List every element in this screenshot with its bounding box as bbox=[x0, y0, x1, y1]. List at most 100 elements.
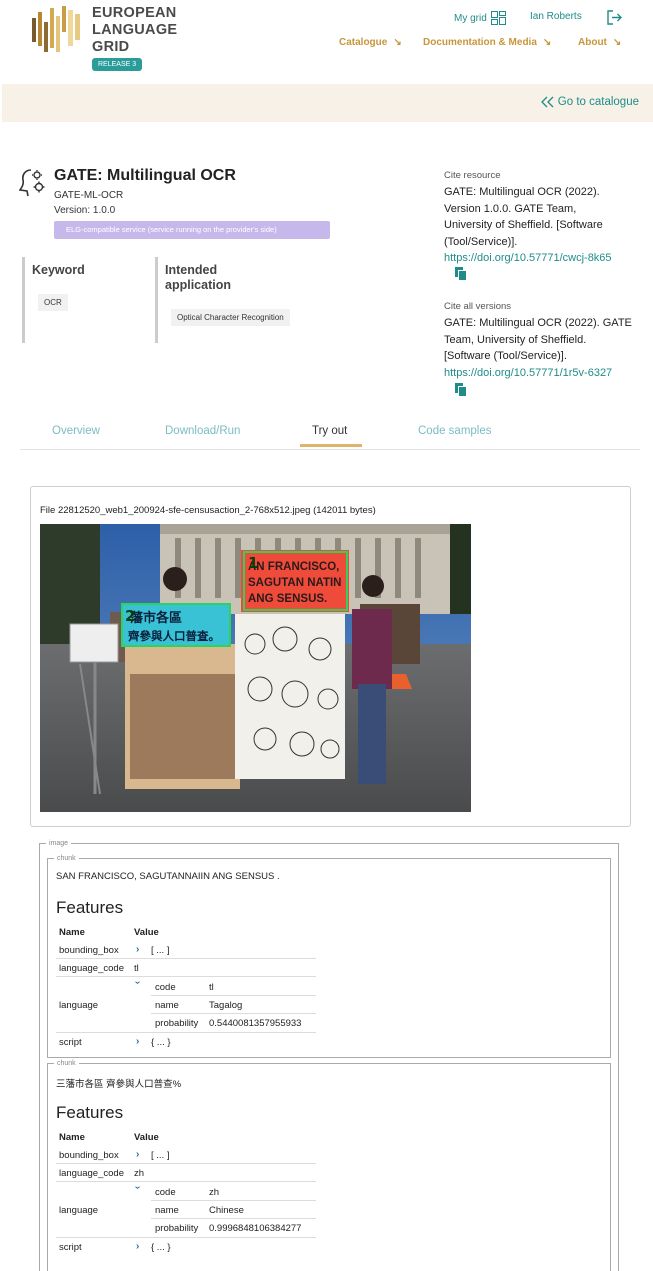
my-grid-label: My grid bbox=[454, 12, 487, 24]
nav-about-label: About bbox=[578, 37, 607, 48]
nav-catalogue[interactable]: Catalogue ↘ bbox=[339, 37, 402, 48]
resource-version: Version: 1.0.0 bbox=[54, 205, 116, 216]
nested-name: code bbox=[155, 982, 176, 993]
user-link[interactable]: Ian Roberts bbox=[530, 11, 582, 22]
chunk-text: 三藩市各區 齊參與人口普查% bbox=[56, 1079, 182, 1090]
cite-all-versions-text: GATE: Multilingual OCR (2022). GATE Team… bbox=[444, 317, 632, 379]
row-divider bbox=[56, 976, 316, 977]
ocr-input-image: 藩市各區 齊參與人口普查。 2 AN FRANCISCO, SAGUTAN NA… bbox=[40, 524, 471, 812]
row-divider bbox=[151, 1013, 316, 1014]
feature-name: language_code bbox=[59, 963, 124, 974]
chevron-down-icon[interactable]: › bbox=[132, 981, 143, 984]
chevron-right-icon[interactable]: › bbox=[136, 944, 139, 955]
image-legend: image bbox=[49, 840, 69, 847]
tab-try-out[interactable]: Try out bbox=[312, 425, 347, 437]
features-table: Name Value bounding_box › [ ... ] langua… bbox=[56, 925, 316, 1055]
feature-value[interactable]: { ... } bbox=[151, 1242, 171, 1253]
arrow-down-right-icon: ↘ bbox=[612, 37, 622, 48]
row-divider bbox=[56, 1032, 316, 1033]
nested-value: 0.9996848106384277 bbox=[209, 1223, 302, 1234]
chevron-right-icon[interactable]: › bbox=[136, 1241, 139, 1252]
feature-name: language_code bbox=[59, 1168, 124, 1179]
chevron-right-icon[interactable]: › bbox=[136, 1036, 139, 1047]
release-badge: RELEASE 3 bbox=[92, 58, 143, 71]
logout-icon[interactable] bbox=[607, 10, 623, 25]
nested-value: tl bbox=[209, 982, 214, 993]
feature-name: bounding_box bbox=[59, 1150, 119, 1161]
features-heading: Features bbox=[56, 898, 124, 917]
row-divider bbox=[56, 1163, 316, 1164]
arrow-down-right-icon: ↘ bbox=[393, 37, 402, 48]
nested-name: probability bbox=[155, 1223, 199, 1234]
feature-value: tl bbox=[134, 963, 139, 974]
row-divider bbox=[151, 1200, 316, 1201]
cite-resource-doi-link[interactable]: https://doi.org/10.57771/cwcj-8k65 bbox=[444, 252, 612, 264]
chunk-legend: chunk bbox=[57, 855, 76, 862]
feature-name: language bbox=[59, 1205, 99, 1216]
nav-catalogue-label: Catalogue bbox=[339, 37, 388, 48]
keyword-section: Keyword OCR bbox=[22, 257, 147, 343]
resource-short-name: GATE-ML-OCR bbox=[54, 190, 124, 201]
tool-service-icon bbox=[19, 169, 45, 197]
nav-documentation[interactable]: Documentation & Media ↘ bbox=[423, 37, 551, 48]
sign-tagalog-line-3: ANG SENSUS. bbox=[248, 593, 327, 605]
nav-about[interactable]: About ↘ bbox=[578, 37, 621, 48]
row-divider bbox=[151, 1218, 316, 1219]
elg-logo-icon[interactable] bbox=[30, 4, 84, 58]
file-name: File 22812520_web1_200924-sfe-censusacti… bbox=[40, 505, 376, 516]
nested-value: Chinese bbox=[209, 1205, 244, 1216]
go-to-catalogue-link[interactable]: Go to catalogue bbox=[540, 96, 639, 108]
name-header: Name bbox=[59, 927, 85, 938]
row-divider bbox=[56, 1181, 316, 1182]
sign-chinese-line-2: 齊參與人口普查。 bbox=[127, 629, 220, 643]
cite-all-doi-link[interactable]: https://doi.org/10.57771/1r5v-6327 bbox=[444, 367, 612, 379]
go-to-catalogue-label: Go to catalogue bbox=[557, 96, 639, 108]
active-tab-indicator bbox=[300, 444, 362, 447]
box-1-number: 1 bbox=[248, 554, 258, 572]
arrow-down-right-icon: ↘ bbox=[542, 37, 552, 48]
elg-compatible-badge: ELG-compatible service (service running … bbox=[54, 221, 330, 239]
feature-name: language bbox=[59, 1000, 99, 1011]
chunk-text: SAN FRANCISCO, SAGUTANNAIIN ANG SENSUS . bbox=[56, 871, 280, 882]
features-heading: Features bbox=[56, 1103, 124, 1122]
cite-all-versions-label: Cite all versions bbox=[444, 301, 512, 312]
tab-code-samples[interactable]: Code samples bbox=[418, 425, 492, 437]
tab-download-run[interactable]: Download/Run bbox=[165, 425, 240, 437]
cite-resource-text: GATE: Multilingual OCR (2022). Version 1… bbox=[444, 186, 612, 264]
copy-icon[interactable] bbox=[455, 383, 467, 397]
nested-value: 0.5440081357955933 bbox=[209, 1018, 302, 1029]
nav-documentation-label: Documentation & Media bbox=[423, 37, 537, 48]
intended-application-chip[interactable]: Optical Character Recognition bbox=[171, 309, 290, 326]
nested-value: zh bbox=[209, 1187, 220, 1198]
photo-illustration: 藩市各區 齊參與人口普查。 2 AN FRANCISCO, SAGUTAN NA… bbox=[40, 524, 471, 812]
my-grid-link[interactable]: My grid bbox=[454, 11, 506, 25]
chevron-down-icon[interactable]: › bbox=[132, 1186, 143, 1189]
intended-application-label: Intended application bbox=[165, 263, 231, 292]
keyword-label: Keyword bbox=[32, 263, 85, 277]
chunk-legend: chunk bbox=[57, 1060, 76, 1067]
feature-value[interactable]: [ ... ] bbox=[151, 1150, 169, 1161]
grid-icon bbox=[490, 11, 506, 25]
feature-value[interactable]: { ... } bbox=[151, 1037, 171, 1048]
tab-overview[interactable]: Overview bbox=[52, 425, 100, 437]
value-header: Value bbox=[134, 927, 159, 938]
double-chevron-left-icon bbox=[540, 96, 554, 108]
row-divider bbox=[56, 958, 316, 959]
copy-icon[interactable] bbox=[455, 267, 467, 281]
nested-name: name bbox=[155, 1000, 179, 1011]
row-divider bbox=[151, 995, 316, 996]
name-header: Name bbox=[59, 1132, 85, 1143]
row-divider bbox=[56, 1237, 316, 1238]
keyword-chip[interactable]: OCR bbox=[38, 294, 68, 311]
sign-chinese-line-1: 藩市各區 bbox=[130, 610, 182, 626]
tab-divider bbox=[20, 449, 640, 450]
chevron-right-icon[interactable]: › bbox=[136, 1149, 139, 1160]
nested-name: probability bbox=[155, 1018, 199, 1029]
features-table: Name Value bounding_box › [ ... ] langua… bbox=[56, 1130, 316, 1260]
value-header: Value bbox=[134, 1132, 159, 1143]
resource-title: GATE: Multilingual OCR bbox=[54, 167, 236, 184]
feature-value[interactable]: [ ... ] bbox=[151, 945, 169, 956]
intended-application-section: Intended application Optical Character R… bbox=[155, 257, 315, 343]
box-2-number: 2 bbox=[125, 607, 135, 625]
feature-name: script bbox=[59, 1037, 82, 1048]
